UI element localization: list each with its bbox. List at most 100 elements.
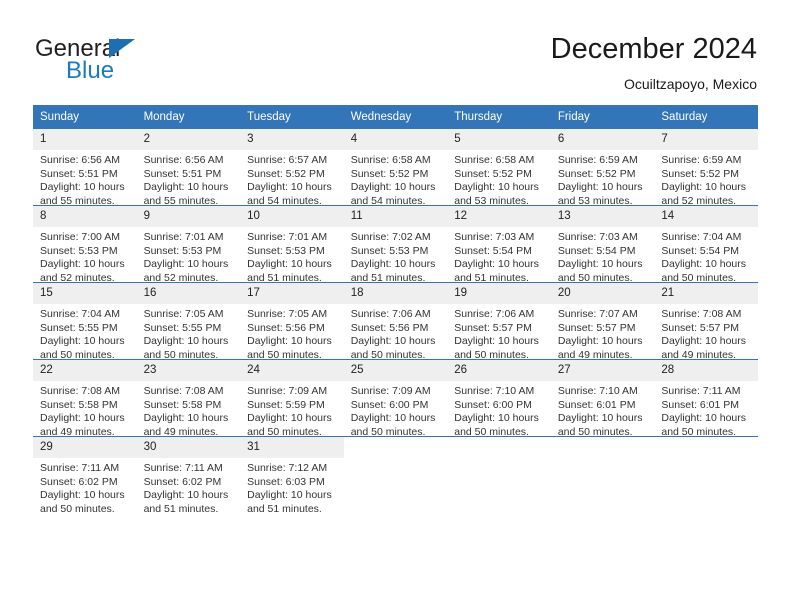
calendar-cell: 27 Sunrise: 7:10 AM Sunset: 6:01 PM Dayligh… [550,359,655,437]
day-details: Sunrise: 7:08 AM Sunset: 5:58 PM Daylight:… [33,381,137,436]
day-number: 3 [240,129,344,150]
day-cell[interactable]: 18 Sunrise: 7:06 AM Sunset: 5:56 PM Dayligh… [343,283,448,359]
day-cell[interactable]: 29 Sunrise: 7:11 AM Sunset: 6:02 PM Dayligh… [33,437,137,513]
day-number: 28 [654,360,758,381]
day-details: Sunrise: 7:05 AM Sunset: 5:56 PM Daylight:… [240,304,344,359]
calendar-cell: 5 Sunrise: 6:58 AM Sunset: 5:52 PM Daylight… [447,129,551,206]
day-cell[interactable]: 14 Sunrise: 7:04 AM Sunset: 5:54 PM Dayligh… [654,206,758,282]
calendar-cell: 23 Sunrise: 7:08 AM Sunset: 5:58 PM Dayligh… [136,359,241,437]
day-details: Sunrise: 7:07 AM Sunset: 5:57 PM Daylight:… [551,304,655,359]
day-cell[interactable]: 13 Sunrise: 7:03 AM Sunset: 5:54 PM Dayligh… [550,206,655,282]
daylight-text: Daylight: 10 hours and 53 minutes. [557,181,643,205]
calendar-cell: 7 Sunrise: 6:59 AM Sunset: 5:52 PM Daylight… [654,129,758,206]
sunrise-text: Sunrise: 7:05 AM [143,308,224,320]
sunrise-text: Sunrise: 7:08 AM [661,308,742,320]
daylight-text: Daylight: 10 hours and 55 minutes. [40,181,125,205]
day-number: 12 [447,206,551,227]
day-cell[interactable]: 15 Sunrise: 7:04 AM Sunset: 5:55 PM Dayligh… [33,283,137,359]
sunrise-text: Sunrise: 7:11 AM [143,462,223,474]
day-number: 10 [240,206,344,227]
day-cell[interactable]: 22 Sunrise: 7:08 AM Sunset: 5:58 PM Dayligh… [33,360,137,436]
calendar-cell [654,436,758,513]
day-cell[interactable]: 26 Sunrise: 7:10 AM Sunset: 6:00 PM Dayligh… [447,360,551,436]
general-blue-logo[interactable]: General Blue [35,36,235,92]
day-cell[interactable]: 8 Sunrise: 7:00 AM Sunset: 5:53 PM Daylight… [33,206,137,282]
day-cell[interactable]: 28 Sunrise: 7:11 AM Sunset: 6:01 PM Dayligh… [654,360,758,436]
day-details: Sunrise: 7:02 AM Sunset: 5:53 PM Daylight:… [344,227,448,282]
sunset-text: Sunset: 5:55 PM [143,321,222,334]
day-cell[interactable]: 25 Sunrise: 7:09 AM Sunset: 6:00 PM Dayligh… [343,360,448,436]
page-subtitle: Ocuiltzapoyo, Mexico [623,76,757,92]
daylight-text: Daylight: 10 hours and 49 minutes. [40,412,125,436]
day-cell[interactable]: 12 Sunrise: 7:03 AM Sunset: 5:54 PM Dayligh… [447,206,551,282]
sunset-text: Sunset: 5:53 PM [40,244,118,257]
sunrise-text: Sunrise: 7:10 AM [557,385,638,397]
weekday-header-wednesday: Wednesday [343,105,448,129]
day-details: Sunrise: 7:01 AM Sunset: 5:53 PM Daylight:… [137,227,241,282]
calendar-cell: 28 Sunrise: 7:11 AM Sunset: 6:01 PM Dayligh… [654,359,758,437]
daylight-text: Daylight: 10 hours and 50 minutes. [454,335,539,359]
weekday-header-row: Sunday Monday Tuesday Wednesday Thursday… [33,105,758,129]
calendar-cell: 16 Sunrise: 7:05 AM Sunset: 5:55 PM Dayligh… [136,282,241,360]
calendar-cell: 29 Sunrise: 7:11 AM Sunset: 6:02 PM Dayligh… [33,436,137,513]
daylight-text: Daylight: 10 hours and 50 minutes. [40,335,125,359]
day-cell[interactable]: 6 Sunrise: 6:59 AM Sunset: 5:52 PM Daylight… [550,129,655,205]
calendar-cell: 21 Sunrise: 7:08 AM Sunset: 5:57 PM Dayligh… [654,282,758,360]
calendar-cell: 18 Sunrise: 7:06 AM Sunset: 5:56 PM Dayligh… [343,282,448,360]
day-number: 1 [33,129,137,150]
daylight-text: Daylight: 10 hours and 50 minutes. [661,258,747,282]
sunset-text: Sunset: 5:51 PM [143,167,222,180]
page-header: General Blue December 2024 Ocuiltzapoyo,… [0,0,792,100]
daylight-text: Daylight: 10 hours and 52 minutes. [143,258,229,282]
day-number: 7 [654,129,758,150]
calendar-week-row: 8 Sunrise: 7:00 AM Sunset: 5:53 PM Daylight… [33,205,758,283]
day-cell[interactable]: 3 Sunrise: 6:57 AM Sunset: 5:52 PM Daylight… [240,129,344,205]
day-number: 14 [654,206,758,227]
calendar-cell: 6 Sunrise: 6:59 AM Sunset: 5:52 PM Daylight… [550,129,655,206]
day-cell[interactable]: 23 Sunrise: 7:08 AM Sunset: 5:58 PM Dayligh… [136,360,241,436]
day-cell[interactable]: 5 Sunrise: 6:58 AM Sunset: 5:52 PM Daylight… [447,129,551,205]
day-cell[interactable]: 11 Sunrise: 7:02 AM Sunset: 5:53 PM Dayligh… [343,206,448,282]
day-details: Sunrise: 6:56 AM Sunset: 5:51 PM Daylight:… [33,150,137,205]
daylight-text: Daylight: 10 hours and 50 minutes. [661,412,747,436]
day-number: 9 [136,206,241,227]
daylight-text: Daylight: 10 hours and 49 minutes. [143,412,229,436]
day-details: Sunrise: 7:03 AM Sunset: 5:54 PM Daylight:… [447,227,551,282]
daylight-text: Daylight: 10 hours and 52 minutes. [661,181,747,205]
calendar-cell: 1 Sunrise: 6:56 AM Sunset: 5:51 PM Daylight… [33,129,137,206]
calendar-cell: 4 Sunrise: 6:58 AM Sunset: 5:52 PM Daylight… [343,129,448,206]
day-number: 18 [343,283,448,304]
day-number: 6 [550,129,655,150]
day-cell[interactable]: 21 Sunrise: 7:08 AM Sunset: 5:57 PM Dayligh… [654,283,758,359]
day-details: Sunrise: 7:06 AM Sunset: 5:56 PM Daylight:… [344,304,448,359]
daylight-text: Daylight: 10 hours and 50 minutes. [143,335,229,359]
day-cell[interactable]: 2 Sunrise: 6:56 AM Sunset: 5:51 PM Daylight… [136,129,241,205]
sunset-text: Sunset: 6:02 PM [143,475,222,488]
day-cell[interactable]: 30 Sunrise: 7:11 AM Sunset: 6:02 PM Dayligh… [136,437,241,513]
day-cell[interactable]: 4 Sunrise: 6:58 AM Sunset: 5:52 PM Daylight… [343,129,448,205]
day-cell[interactable]: 31 Sunrise: 7:12 AM Sunset: 6:03 PM Dayligh… [240,437,344,513]
day-cell[interactable]: 17 Sunrise: 7:05 AM Sunset: 5:56 PM Dayligh… [240,283,344,359]
calendar-cell: 13 Sunrise: 7:03 AM Sunset: 5:54 PM Dayligh… [550,205,655,283]
day-cell[interactable]: 7 Sunrise: 6:59 AM Sunset: 5:52 PM Daylight… [654,129,758,205]
day-number [343,437,448,458]
title-block: December 2024 Ocuiltzapoyo, Mexico [551,32,757,93]
day-cell[interactable]: 20 Sunrise: 7:07 AM Sunset: 5:57 PM Dayligh… [550,283,655,359]
sunrise-text: Sunrise: 7:07 AM [557,308,638,320]
day-number: 27 [550,360,655,381]
day-cell[interactable]: 19 Sunrise: 7:06 AM Sunset: 5:57 PM Dayligh… [447,283,551,359]
day-cell[interactable]: 16 Sunrise: 7:05 AM Sunset: 5:55 PM Dayligh… [136,283,241,359]
day-cell[interactable]: 27 Sunrise: 7:10 AM Sunset: 6:01 PM Dayligh… [550,360,655,436]
day-cell[interactable]: 9 Sunrise: 7:01 AM Sunset: 5:53 PM Daylight… [136,206,241,282]
calendar-cell: 9 Sunrise: 7:01 AM Sunset: 5:53 PM Daylight… [136,205,241,283]
daylight-text: Daylight: 10 hours and 51 minutes. [143,489,229,513]
day-cell[interactable]: 24 Sunrise: 7:09 AM Sunset: 5:59 PM Dayligh… [240,360,344,436]
day-cell[interactable]: 1 Sunrise: 6:56 AM Sunset: 5:51 PM Daylight… [33,129,137,205]
sunrise-text: Sunrise: 7:05 AM [247,308,328,320]
day-cell[interactable]: 10 Sunrise: 7:01 AM Sunset: 5:53 PM Dayligh… [240,206,344,282]
day-number: 11 [343,206,448,227]
daylight-text: Daylight: 10 hours and 50 minutes. [454,412,539,436]
sunset-text: Sunset: 5:53 PM [247,244,325,257]
sunset-text: Sunset: 5:59 PM [247,398,325,411]
sunset-text: Sunset: 5:52 PM [350,167,429,180]
